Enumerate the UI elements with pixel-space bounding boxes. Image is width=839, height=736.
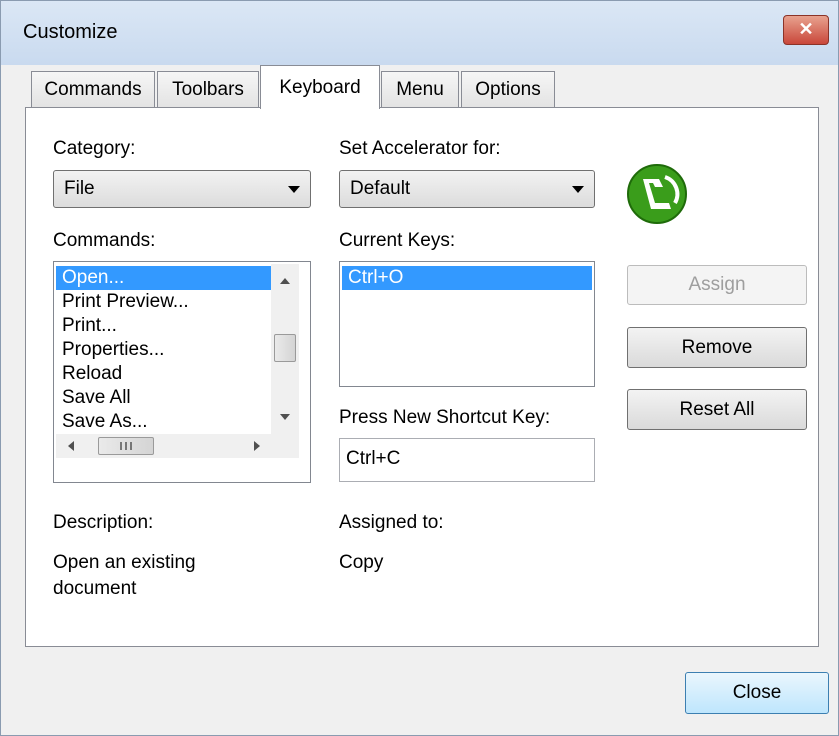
list-item[interactable]: Print Preview... xyxy=(56,290,271,314)
horizontal-scrollbar[interactable] xyxy=(56,434,271,458)
commands-list[interactable]: Open... Print Preview... Print... Proper… xyxy=(53,261,311,483)
horizontal-scroll-thumb[interactable] xyxy=(98,437,154,455)
vertical-scroll-thumb[interactable] xyxy=(274,334,296,362)
title-bar: Customize ✕ xyxy=(1,1,838,65)
tab-options[interactable]: Options xyxy=(461,71,555,107)
scroll-up-arrow-icon[interactable] xyxy=(280,278,290,284)
commands-label: Commands: xyxy=(53,230,156,251)
tab-keyboard[interactable]: Keyboard xyxy=(260,65,380,109)
close-window-button[interactable]: ✕ xyxy=(783,15,829,45)
tab-commands[interactable]: Commands xyxy=(31,71,155,107)
scroll-right-arrow-icon[interactable] xyxy=(254,441,260,451)
list-item[interactable]: Properties... xyxy=(56,338,271,362)
tab-toolbars[interactable]: Toolbars xyxy=(157,71,259,107)
remove-button[interactable]: Remove xyxy=(627,327,807,368)
altova-logo-icon xyxy=(627,164,687,224)
current-keys-label: Current Keys: xyxy=(339,230,456,251)
reset-all-button[interactable]: Reset All xyxy=(627,389,807,430)
list-item[interactable]: Reload xyxy=(56,362,271,386)
accelerator-select[interactable]: Default xyxy=(339,170,595,208)
tab-menu[interactable]: Menu xyxy=(381,71,459,107)
current-keys-list[interactable]: Ctrl+O xyxy=(339,261,595,387)
category-value: File xyxy=(64,178,95,199)
list-item[interactable]: Save As... xyxy=(56,410,271,434)
scroll-left-arrow-icon[interactable] xyxy=(68,441,74,451)
list-item[interactable]: Ctrl+O xyxy=(342,266,592,290)
assign-button[interactable]: Assign xyxy=(627,265,807,305)
category-select[interactable]: File xyxy=(53,170,311,208)
list-item[interactable]: Print... xyxy=(56,314,271,338)
category-label: Category: xyxy=(53,138,136,159)
grip-icon xyxy=(120,442,132,450)
assigned-to-label: Assigned to: xyxy=(339,512,444,533)
dialog-title: Customize xyxy=(23,21,118,43)
accelerator-value: Default xyxy=(350,178,411,199)
list-item[interactable]: Save All xyxy=(56,386,271,410)
description-label: Description: xyxy=(53,512,154,533)
list-item[interactable]: Open... xyxy=(56,266,271,290)
description-text-line1: Open an existing xyxy=(53,552,196,573)
scroll-down-arrow-icon[interactable] xyxy=(280,414,290,420)
chevron-down-icon xyxy=(288,186,300,193)
description-text-line2: document xyxy=(53,578,137,599)
scrollbar-corner xyxy=(271,434,299,458)
customize-dialog: Customize ✕ Commands Toolbars Keyboard M… xyxy=(0,0,839,736)
press-new-shortcut-label: Press New Shortcut Key: xyxy=(339,407,551,428)
shortcut-key-input[interactable]: Ctrl+C xyxy=(339,438,595,482)
close-button[interactable]: Close xyxy=(685,672,829,714)
set-accelerator-label: Set Accelerator for: xyxy=(339,138,501,159)
vertical-scrollbar[interactable] xyxy=(271,264,299,434)
assigned-to-value: Copy xyxy=(339,552,384,573)
chevron-down-icon xyxy=(572,186,584,193)
